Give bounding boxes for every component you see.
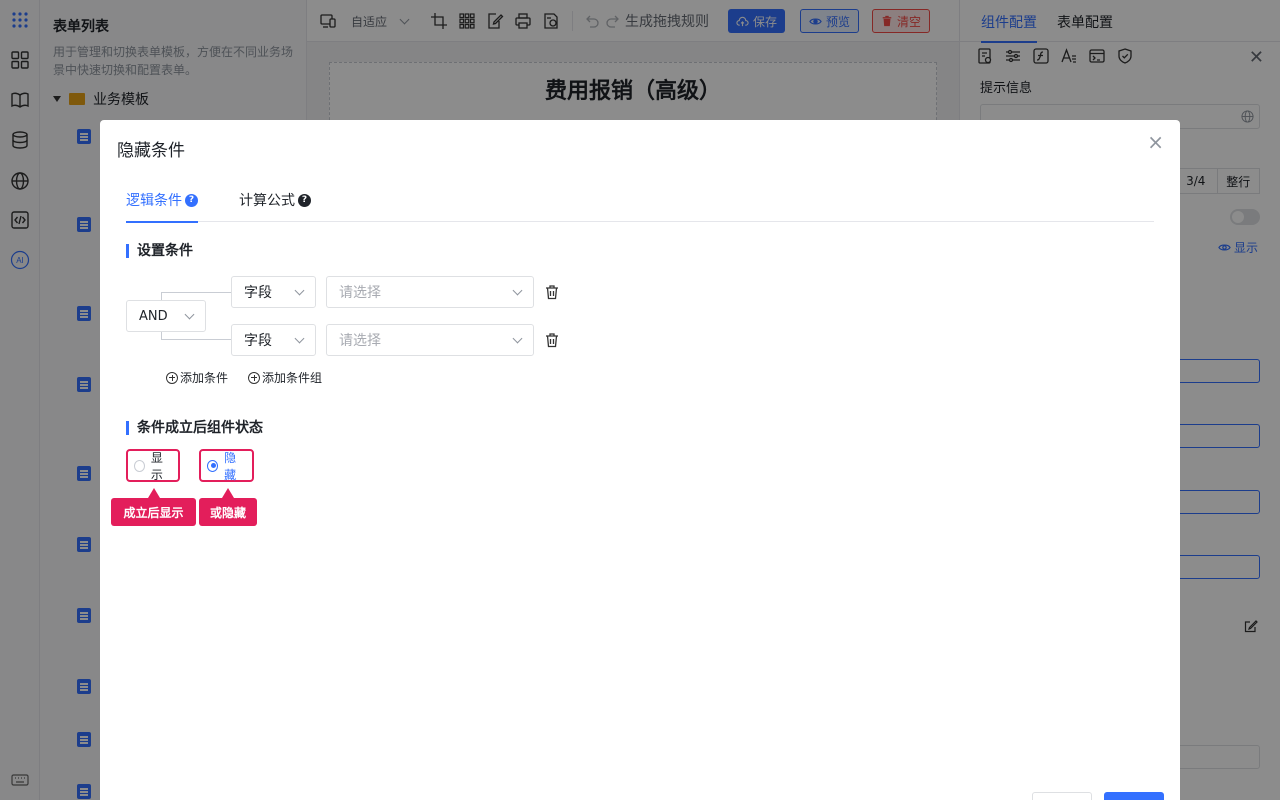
field-select[interactable]: 字段 — [231, 276, 316, 308]
radio-show-label: 显示 — [150, 450, 163, 482]
value-select[interactable]: 请选择 — [326, 324, 534, 356]
tab-formula[interactable]: 计算公式 ? — [239, 190, 311, 210]
add-condition-label: 添加条件 — [180, 371, 229, 385]
delete-icon[interactable] — [544, 332, 560, 348]
radio-circle-checked — [207, 459, 219, 472]
component-state-heading: 条件成立后组件状态 — [126, 421, 263, 435]
tab-label: 计算公式 — [239, 193, 295, 209]
radio-show[interactable]: 显示 — [126, 449, 180, 482]
plus-circle-icon — [248, 371, 260, 384]
annotation-callout: 或隐藏 — [199, 488, 257, 526]
help-icon[interactable]: ? — [185, 193, 198, 207]
add-condition-group-label: 添加条件组 — [262, 371, 323, 385]
close-icon[interactable]: × — [1147, 132, 1164, 152]
delete-icon[interactable] — [544, 284, 560, 300]
chevron-down-icon — [294, 333, 305, 343]
radio-hide-label: 隐藏 — [224, 450, 237, 482]
hide-condition-dialog: 隐藏条件 × 逻辑条件 ? 计算公式 ? 设置条件 AND 字段 请选择 字段 … — [100, 120, 1180, 800]
value-select-placeholder: 请选择 — [339, 333, 381, 349]
logic-operator-select[interactable]: AND — [126, 300, 206, 332]
chevron-down-icon — [512, 333, 523, 343]
chevron-down-icon — [184, 309, 195, 319]
dialog-title: 隐藏条件 — [117, 141, 185, 161]
radio-hide[interactable]: 隐藏 — [199, 449, 254, 482]
add-condition-button[interactable]: 添加条件 — [166, 369, 228, 386]
cancel-button[interactable] — [1032, 792, 1092, 800]
field-select[interactable]: 字段 — [231, 324, 316, 356]
annotation-callout: 成立后显示 — [111, 488, 196, 526]
tab-label: 逻辑条件 — [126, 193, 182, 209]
bracket-line — [161, 292, 231, 300]
help-icon[interactable]: ? — [298, 193, 311, 207]
chevron-down-icon — [294, 285, 305, 295]
field-select-value: 字段 — [244, 333, 272, 349]
value-select-placeholder: 请选择 — [339, 285, 381, 301]
dialog-tabs: 逻辑条件 ? 计算公式 ? — [126, 182, 1154, 223]
bracket-line — [161, 332, 231, 340]
radio-circle — [134, 459, 145, 472]
tab-logic-condition[interactable]: 逻辑条件 ? — [126, 190, 198, 223]
chevron-down-icon — [512, 285, 523, 295]
value-select[interactable]: 请选择 — [326, 276, 534, 308]
plus-circle-icon — [166, 371, 178, 384]
confirm-button[interactable] — [1104, 792, 1164, 800]
field-select-value: 字段 — [244, 285, 272, 301]
set-conditions-heading: 设置条件 — [126, 244, 193, 258]
add-condition-group-button[interactable]: 添加条件组 — [248, 369, 322, 386]
logic-operator-value: AND — [139, 308, 168, 324]
